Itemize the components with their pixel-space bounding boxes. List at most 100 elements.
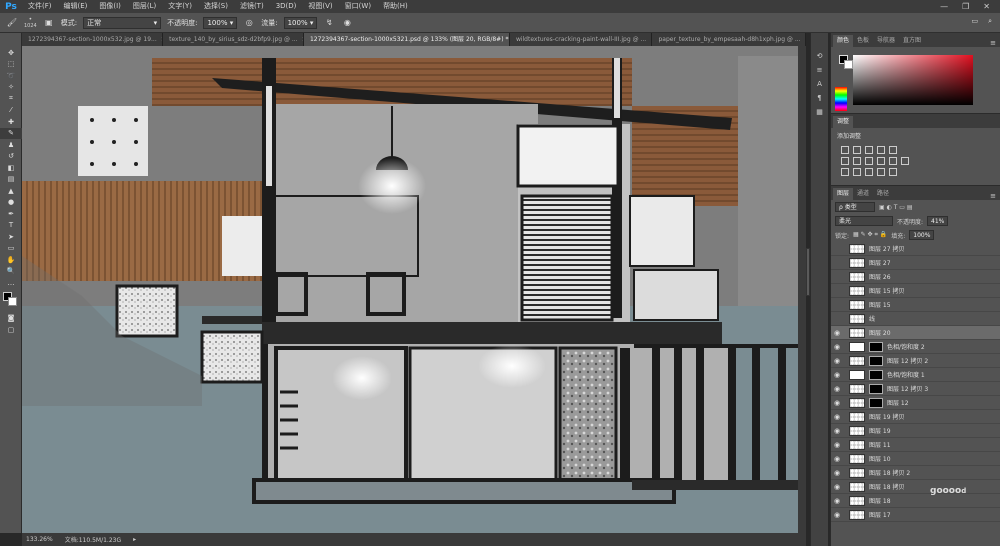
panel-menu-icon[interactable]: ≡ xyxy=(990,39,1000,47)
pressure-size-icon[interactable]: ◉ xyxy=(341,17,353,29)
posterize-icon[interactable] xyxy=(853,168,861,176)
marquee-tool-icon[interactable]: ⬚ xyxy=(0,59,22,71)
visibility-eye-icon[interactable]: ◉ xyxy=(831,455,843,463)
status-arrow-icon[interactable]: ▸ xyxy=(133,536,136,543)
layer-row[interactable]: ◉ 图层 18 拷贝 xyxy=(831,480,1000,494)
panel-tab[interactable]: 导航器 xyxy=(873,35,899,47)
layer-row[interactable]: ◉ 图层 11 xyxy=(831,438,1000,452)
move-tool-icon[interactable]: ✥ xyxy=(0,47,22,59)
visibility-eye-icon[interactable]: ◉ xyxy=(831,483,843,491)
panel-tab[interactable]: 颜色 xyxy=(833,35,854,47)
more-tools-icon[interactable]: … xyxy=(0,277,22,289)
black-white-icon[interactable] xyxy=(865,157,873,165)
layer-row[interactable]: ◉ 图层 12 拷贝 3 xyxy=(831,382,1000,396)
menu-item[interactable]: 选择(S) xyxy=(198,0,234,13)
layer-row[interactable]: ◉ 图层 18 拷贝 2 xyxy=(831,466,1000,480)
invert-icon[interactable] xyxy=(841,168,849,176)
eraser-tool-icon[interactable]: ◧ xyxy=(0,162,22,174)
panel-tab[interactable]: 路径 xyxy=(873,188,893,200)
layer-mask-thumbnail[interactable] xyxy=(869,383,883,394)
selective-color-icon[interactable] xyxy=(877,168,885,176)
layer-row[interactable]: ◉ 图层 17 xyxy=(831,508,1000,522)
screen-mode-icon[interactable]: ▢ xyxy=(0,324,22,336)
stamp-tool-icon[interactable]: ♟ xyxy=(0,139,22,151)
menu-item[interactable]: 图像(I) xyxy=(93,0,127,13)
menu-item[interactable]: 窗口(W) xyxy=(339,0,377,13)
layer-row[interactable]: ◉ 图层 12 拷贝 2 xyxy=(831,354,1000,368)
document-canvas[interactable] xyxy=(22,46,806,533)
brush-tool-icon[interactable]: 🖌 xyxy=(6,17,18,29)
visibility-eye-icon[interactable]: ◉ xyxy=(831,371,843,379)
layer-row[interactable]: 图层 15 拷贝 xyxy=(831,284,1000,298)
visibility-eye-icon[interactable]: ◉ xyxy=(831,427,843,435)
maximize-icon[interactable]: ❐ xyxy=(962,2,969,11)
layer-row[interactable]: ◉ 图层 20 xyxy=(831,326,1000,340)
zoom-tool-icon[interactable]: 🔍 xyxy=(0,266,22,278)
menu-item[interactable]: 文件(F) xyxy=(22,0,58,13)
layer-opacity-field[interactable]: 41% xyxy=(927,216,949,226)
visibility-eye-icon[interactable]: ◉ xyxy=(831,399,843,407)
canvas-scrollbar[interactable] xyxy=(798,46,810,533)
visibility-eye-icon[interactable]: ◉ xyxy=(831,441,843,449)
brushes-icon[interactable]: ≡ xyxy=(811,63,828,77)
flow-field[interactable]: 100% ▾ xyxy=(283,16,318,29)
blur-tool-icon[interactable]: ▲ xyxy=(0,185,22,197)
layer-row[interactable]: 线 xyxy=(831,312,1000,326)
document-tab[interactable]: paper_texture_by_empesaah-d8h1xph.jpg @ … xyxy=(652,33,806,46)
panel-tab[interactable]: 图层 xyxy=(833,188,854,200)
layer-mask-thumbnail[interactable] xyxy=(869,341,883,352)
hue-sat-icon[interactable] xyxy=(841,157,849,165)
history-brush-icon[interactable]: ↺ xyxy=(0,151,22,163)
document-tab[interactable]: texture_140_by_sirius_sdz-d2bfp9.jpg @ .… xyxy=(163,33,304,46)
layer-row[interactable]: ◉ 图层 18 xyxy=(831,494,1000,508)
visibility-eye-icon[interactable]: ◉ xyxy=(831,511,843,519)
layer-row[interactable]: ◉ 图层 19 拷贝 xyxy=(831,410,1000,424)
vibrance-icon[interactable] xyxy=(889,146,897,154)
panel-tab[interactable]: 直方图 xyxy=(899,35,925,47)
brush-panel-icon[interactable]: ▣ xyxy=(43,17,55,29)
photo-filter-icon[interactable] xyxy=(877,157,885,165)
menu-item[interactable]: 编辑(E) xyxy=(58,0,94,13)
layer-row[interactable]: ◉ 色相/饱和度 2 xyxy=(831,340,1000,354)
menu-item[interactable]: 帮助(H) xyxy=(377,0,414,13)
document-tab[interactable]: 1272394367-section-1000x5321.psd @ 133% … xyxy=(303,33,510,46)
tab-close-icon[interactable]: × xyxy=(805,36,806,43)
panel-menu-icon[interactable]: ≡ xyxy=(990,192,1000,200)
brush-preset-picker[interactable]: • 1024 xyxy=(24,16,37,29)
lock-icons[interactable]: ▦ ✎ ✥ ⌗ 🔒 xyxy=(853,231,887,239)
color-field[interactable] xyxy=(853,55,973,105)
type-tool-icon[interactable]: T xyxy=(0,220,22,232)
quick-mask-icon[interactable]: ◙ xyxy=(0,313,22,325)
visibility-eye-icon[interactable]: ◉ xyxy=(831,413,843,421)
layer-row[interactable]: 图层 27 xyxy=(831,256,1000,270)
curves-icon[interactable] xyxy=(865,146,873,154)
visibility-eye-icon[interactable]: ◉ xyxy=(831,329,843,337)
brightness-icon[interactable] xyxy=(841,146,849,154)
visibility-eye-icon[interactable]: ◉ xyxy=(831,385,843,393)
channel-mixer-icon[interactable] xyxy=(889,157,897,165)
tab-adjustments[interactable]: 调整 xyxy=(833,116,854,128)
character-icon[interactable]: A xyxy=(811,77,828,91)
airbrush-icon[interactable]: ↯ xyxy=(323,17,335,29)
gradient-tool-icon[interactable]: ▤ xyxy=(0,174,22,186)
healing-brush-icon[interactable]: ✚ xyxy=(0,116,22,128)
color-lookup-icon[interactable] xyxy=(901,157,909,165)
brush-tool-icon-active[interactable]: ✎ xyxy=(0,127,22,139)
search-icon[interactable]: ⌕ xyxy=(988,17,992,26)
visibility-eye-icon[interactable]: ◉ xyxy=(831,357,843,365)
levels-icon[interactable] xyxy=(853,146,861,154)
gradient-map-icon[interactable] xyxy=(889,168,897,176)
crop-tool-icon[interactable]: ⌗ xyxy=(0,93,22,105)
background-color[interactable] xyxy=(8,296,17,306)
close-icon[interactable]: ✕ xyxy=(983,2,990,11)
fill-field[interactable]: 100% xyxy=(909,230,935,240)
menu-item[interactable]: 文字(Y) xyxy=(162,0,198,13)
blend-mode-select[interactable]: 柔光 xyxy=(835,216,893,226)
zoom-level[interactable]: 133.26% xyxy=(26,536,53,543)
filter-icons[interactable]: ▣ ◐ T ▭ ▤ xyxy=(879,204,913,211)
paragraph-icon[interactable]: ¶ xyxy=(811,91,828,105)
workspace-icon[interactable]: ▭ xyxy=(971,17,978,26)
layer-row[interactable]: 图层 27 拷贝 xyxy=(831,242,1000,256)
layer-mask-thumbnail[interactable] xyxy=(869,355,883,366)
menu-item[interactable]: 视图(V) xyxy=(302,0,338,13)
